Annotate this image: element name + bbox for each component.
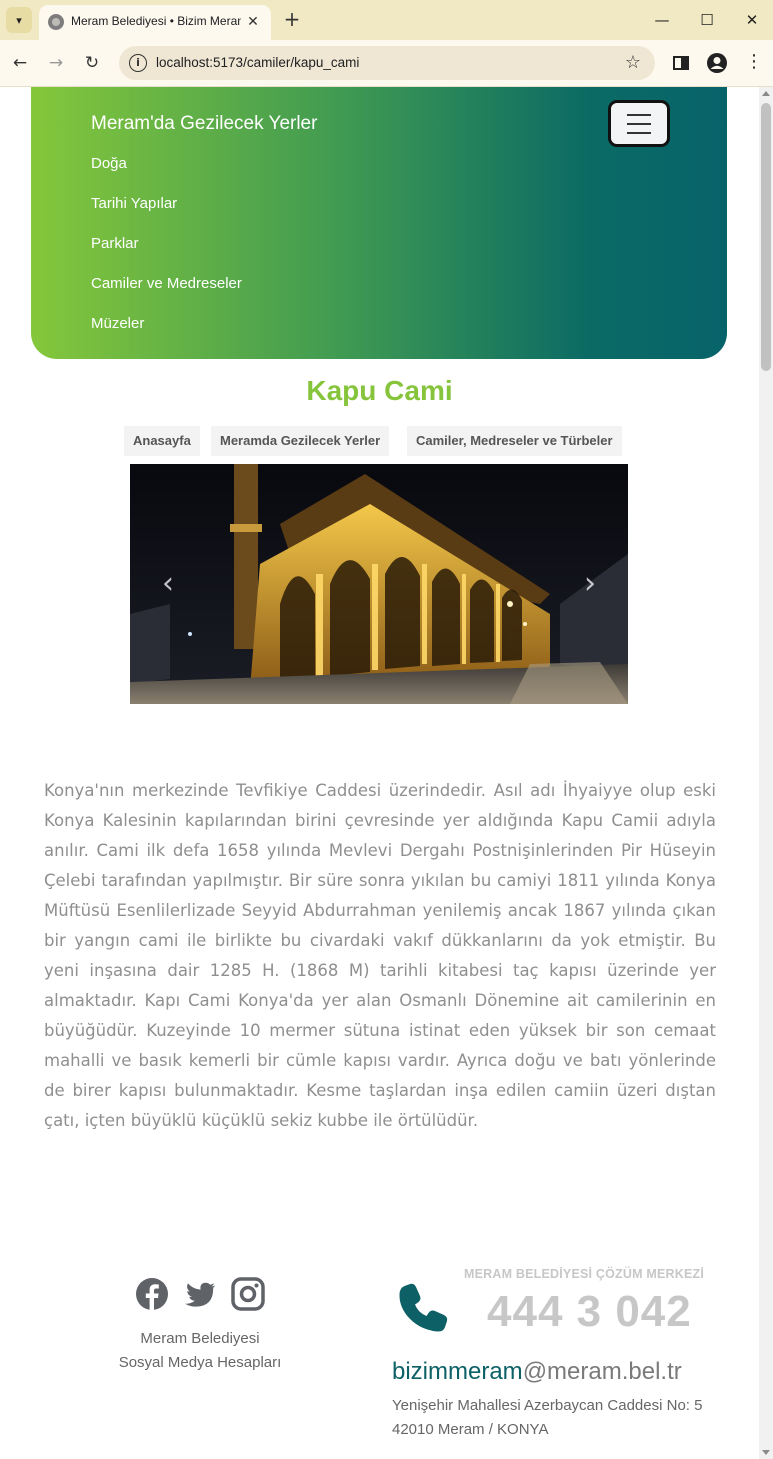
maximize-icon[interactable]: ☐	[696, 9, 718, 31]
new-tab-icon[interactable]: +	[281, 8, 303, 30]
nav-link-parklar[interactable]: Parklar	[91, 231, 242, 271]
browser-toolbar: ← → ↻ i localhost:5173/camiler/kapu_cami…	[0, 40, 773, 87]
navbar-brand[interactable]: Meram'da Gezilecek Yerler	[91, 113, 317, 135]
twitter-icon[interactable]	[183, 1277, 217, 1311]
scroll-down-icon[interactable]	[762, 1450, 770, 1455]
email-user: bizimmeram	[392, 1358, 523, 1385]
site-navbar: Meram'da Gezilecek Yerler Doğa Tarihi Ya…	[31, 87, 727, 359]
profile-avatar-icon[interactable]	[706, 52, 728, 74]
page-title: Kapu Cami	[306, 375, 453, 406]
image-carousel: ‹ ›	[130, 464, 628, 704]
address-line-1: Yenişehir Mahallesi Azerbaycan Caddesi N…	[392, 1397, 703, 1414]
instagram-icon[interactable]	[231, 1277, 265, 1311]
nav-link-camiler-ve-medreseler[interactable]: Camiler ve Medreseler	[91, 271, 242, 311]
carousel-next-icon[interactable]: ›	[570, 564, 610, 604]
breadcrumb-item-camiler[interactable]: Camiler, Medreseler ve Türbeler	[407, 426, 622, 456]
email-domain: @meram.bel.tr	[522, 1358, 682, 1385]
back-icon[interactable]: ←	[9, 52, 31, 74]
social-caption-line-2: Sosyal Medya Hesapları	[118, 1354, 282, 1371]
mosque-photo	[130, 464, 628, 704]
bookmark-star-icon[interactable]: ☆	[625, 52, 641, 73]
breadcrumb-item-anasayfa[interactable]: Anasayfa	[124, 426, 200, 456]
kebab-menu-icon[interactable]: ⋮	[743, 52, 765, 74]
minimize-icon[interactable]: —	[651, 9, 673, 31]
page-viewport: Meram'da Gezilecek Yerler Doğa Tarihi Ya…	[0, 87, 759, 1459]
page-scrollbar[interactable]	[759, 87, 773, 1459]
close-icon[interactable]: ✕	[243, 12, 263, 32]
browser-tab[interactable]: Meram Belediyesi • Bizim Meram ✕	[39, 5, 271, 40]
nav-link-doga[interactable]: Doğa	[91, 151, 242, 191]
social-caption-line-1: Meram Belediyesi	[140, 1330, 260, 1347]
help-center-phone[interactable]: 444 3 042	[487, 1287, 692, 1337]
postal-address: Yenişehir Mahallesi Azerbaycan Caddesi N…	[392, 1394, 734, 1442]
close-window-icon[interactable]: ✕	[741, 9, 763, 31]
tab-search-icon[interactable]: ▾	[6, 7, 32, 33]
side-panel-icon[interactable]	[670, 52, 692, 74]
carousel-prev-icon[interactable]: ‹	[148, 564, 188, 604]
browser-tab-strip: ▾ Meram Belediyesi • Bizim Meram ✕ + — ☐…	[0, 0, 773, 40]
forward-icon[interactable]: →	[45, 52, 67, 74]
scroll-up-icon[interactable]	[762, 91, 770, 96]
help-center-label: MERAM BELEDİYESİ ÇÖZÜM MERKEZİ	[464, 1267, 705, 1281]
nav-links: Doğa Tarihi Yapılar Parklar Camiler ve M…	[91, 151, 242, 351]
phone-icon	[399, 1283, 448, 1332]
hamburger-icon-bar	[627, 123, 651, 125]
reload-icon[interactable]: ↻	[81, 52, 103, 74]
article-body: Konya'nın merkezinde Tevfikiye Caddesi ü…	[44, 781, 716, 1130]
breadcrumb-item-meramda-gezilecek-yerler[interactable]: Meramda Gezilecek Yerler	[211, 426, 390, 456]
url-text[interactable]: localhost:5173/camiler/kapu_cami	[156, 55, 359, 70]
address-bar[interactable]: i localhost:5173/camiler/kapu_cami ☆	[119, 46, 655, 80]
address-line-2: 42010 Meram / KONYA	[392, 1421, 549, 1438]
site-info-icon[interactable]: i	[129, 54, 147, 72]
facebook-icon[interactable]	[135, 1277, 169, 1311]
scrollbar-thumb[interactable]	[761, 103, 771, 371]
tab-title: Meram Belediyesi • Bizim Meram	[71, 14, 241, 28]
navbar-toggler-button[interactable]	[608, 100, 670, 147]
nav-link-tarihi-yapilar[interactable]: Tarihi Yapılar	[91, 191, 242, 231]
hamburger-icon	[627, 114, 651, 116]
hamburger-icon-bar	[627, 132, 651, 134]
contact-email[interactable]: bizimmeram@meram.bel.tr	[392, 1358, 682, 1386]
social-caption: Meram Belediyesi Sosyal Medya Hesapları	[100, 1327, 300, 1375]
globe-icon	[48, 14, 64, 30]
nav-link-muzeler[interactable]: Müzeler	[91, 311, 242, 351]
